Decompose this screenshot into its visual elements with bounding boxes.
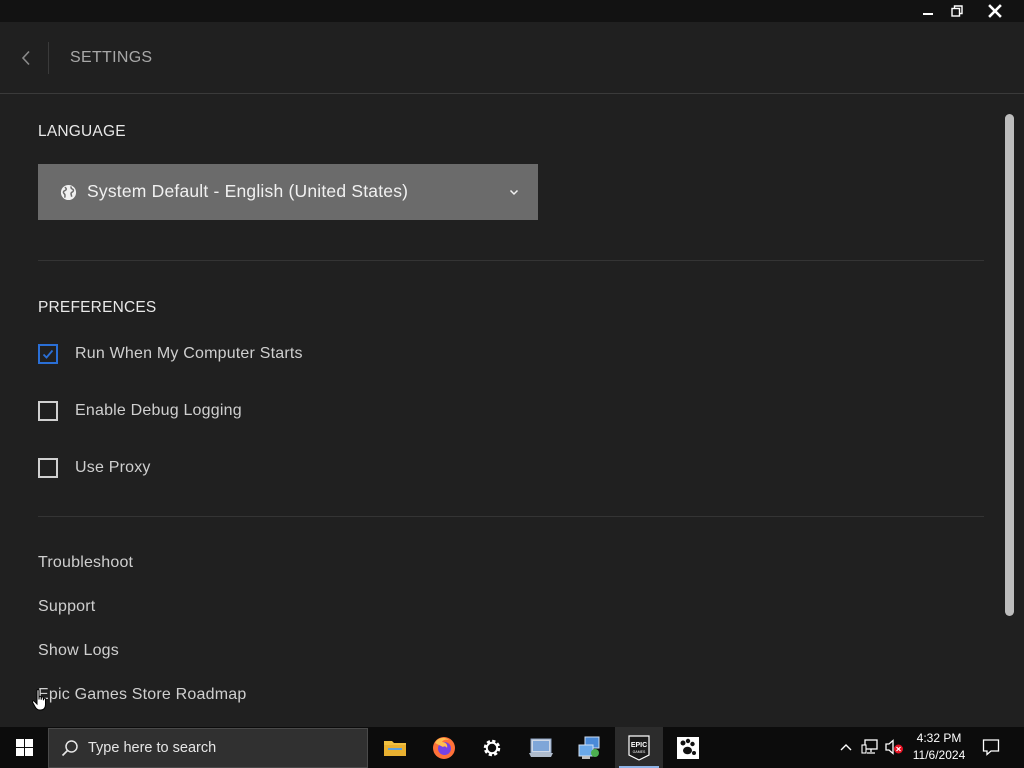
debug-logging-checkbox[interactable] xyxy=(38,401,58,421)
clock-time: 4:32 PM xyxy=(916,731,962,745)
section-divider xyxy=(38,516,984,517)
debug-logging-label: Enable Debug Logging xyxy=(75,402,242,419)
search-placeholder: Type here to search xyxy=(88,740,217,756)
use-proxy-label: Use Proxy xyxy=(75,459,151,476)
volume-tray-button[interactable] xyxy=(884,737,904,757)
run-on-startup-label: Run When My Computer Starts xyxy=(75,345,303,362)
use-proxy-option[interactable]: Use Proxy xyxy=(38,456,151,480)
section-divider xyxy=(38,260,984,261)
svg-text:GAMES: GAMES xyxy=(633,750,646,754)
windows-taskbar: Type here to search EPIC GAMES 4:32 PM 11… xyxy=(0,727,1024,768)
windows-logo-icon xyxy=(15,739,33,756)
taskbar-paw-app[interactable] xyxy=(664,727,712,768)
support-link[interactable]: Support xyxy=(38,598,95,616)
firefox-icon xyxy=(433,736,455,759)
taskbar-search-box[interactable]: Type here to search xyxy=(48,728,368,768)
action-center-button[interactable] xyxy=(981,737,1001,757)
language-selected-value: System Default - English (United States) xyxy=(87,181,409,201)
chevron-left-icon xyxy=(21,50,30,66)
taskbar-file-explorer[interactable] xyxy=(371,727,419,768)
svg-text:EPIC: EPIC xyxy=(631,742,647,749)
settings-content: LANGUAGE System Default - English (Unite… xyxy=(0,95,1024,727)
run-on-startup-option[interactable]: Run When My Computer Starts xyxy=(38,342,303,366)
troubleshoot-link[interactable]: Troubleshoot xyxy=(38,554,133,572)
page-title: SETTINGS xyxy=(70,49,153,66)
use-proxy-checkbox[interactable] xyxy=(38,458,58,478)
epic-games-icon: EPICGAMES xyxy=(628,734,650,761)
preferences-section-title: PREFERENCES xyxy=(38,299,157,316)
header-divider xyxy=(48,42,49,74)
restore-icon xyxy=(951,5,963,17)
notification-icon xyxy=(982,739,1000,756)
restore-button[interactable] xyxy=(940,0,974,22)
globe-icon xyxy=(60,184,77,201)
content-scrollbar[interactable] xyxy=(1005,114,1014,616)
clock-date: 11/6/2024 xyxy=(912,748,966,762)
chevron-down-icon xyxy=(509,189,519,196)
network-tray-button[interactable] xyxy=(860,737,880,757)
window-titlebar xyxy=(0,0,1024,22)
language-dropdown[interactable]: System Default - English (United States) xyxy=(38,164,538,220)
close-button[interactable] xyxy=(978,0,1012,22)
roadmap-link[interactable]: Epic Games Store Roadmap xyxy=(38,686,246,704)
taskbar-network-setup[interactable] xyxy=(566,727,614,768)
minimize-icon xyxy=(923,13,933,15)
taskbar-control-panel[interactable] xyxy=(517,727,565,768)
start-button[interactable] xyxy=(0,727,48,768)
run-on-startup-checkbox[interactable] xyxy=(38,344,58,364)
back-button[interactable] xyxy=(12,44,40,72)
taskbar-epic-games[interactable]: EPIC GAMES xyxy=(615,727,663,768)
close-icon xyxy=(988,4,1002,18)
chevron-up-icon xyxy=(840,744,852,751)
search-icon xyxy=(61,740,78,757)
file-explorer-icon xyxy=(384,740,406,756)
network-icon xyxy=(861,739,878,754)
language-section-title: LANGUAGE xyxy=(38,123,126,140)
hand-cursor-icon xyxy=(32,689,46,711)
settings-header: SETTINGS xyxy=(0,22,1024,94)
paw-app-icon xyxy=(677,736,699,759)
show-hidden-icons-button[interactable] xyxy=(836,737,856,757)
show-logs-link[interactable]: Show Logs xyxy=(38,642,119,660)
settings-gear-icon xyxy=(483,739,501,756)
volume-muted-icon xyxy=(885,739,903,755)
taskbar-clock[interactable]: 4:32 PM 11/6/2024 xyxy=(906,730,972,766)
control-panel-icon xyxy=(529,738,553,757)
network-setup-icon xyxy=(578,736,600,759)
checkmark-icon xyxy=(42,349,54,359)
taskbar-firefox[interactable] xyxy=(420,727,468,768)
taskbar-settings[interactable] xyxy=(468,727,516,768)
debug-logging-option[interactable]: Enable Debug Logging xyxy=(38,399,242,423)
